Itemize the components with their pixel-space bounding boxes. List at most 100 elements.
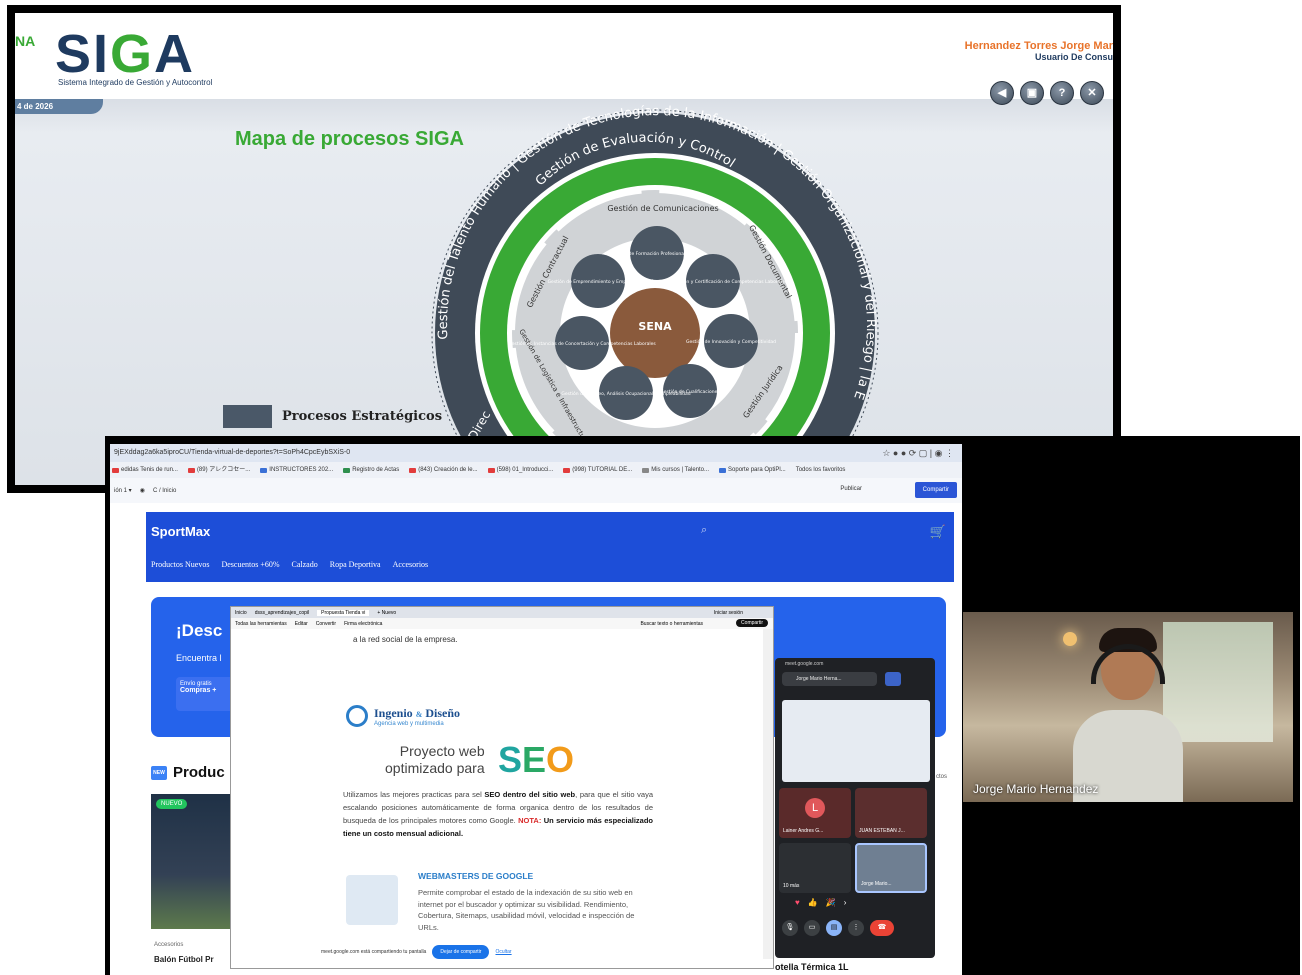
nav-item[interactable]: Descuentos +60% — [221, 560, 279, 569]
video-call-window: 9jEXddag2a6ka5iproCU/Tienda-virtual-de-d… — [105, 436, 1300, 975]
user-name: Hernandez Torres Jorge Mar — [964, 40, 1113, 52]
menu-item[interactable]: Editar — [295, 621, 308, 627]
webmasters-title: WEBMASTERS DE GOOGLE — [418, 871, 534, 881]
shared-browser: 9jEXddag2a6ka5iproCU/Tienda-virtual-de-d… — [110, 444, 962, 975]
seo-heading: SEO — [498, 739, 575, 780]
tab-new[interactable]: + Nuevo — [377, 610, 396, 616]
tab-doc[interactable]: dsss_aprendizajes_copil — [255, 610, 309, 616]
side-label: ctos — [936, 774, 948, 780]
siga-user-info: Hernandez Torres Jorge Mar Usuario De Co… — [965, 40, 1113, 62]
tool-search[interactable]: Buscar texto o herramientas — [640, 621, 703, 627]
siga-window: NA SIGA Sistema Integrado de Gestión y A… — [7, 5, 1121, 493]
heart-icon[interactable]: ♥ — [795, 898, 800, 907]
menu-item[interactable]: Firma electrónica — [344, 621, 382, 627]
stop-sharing-button[interactable]: Dejar de compartir — [432, 945, 490, 959]
help-icon[interactable]: ? — [1050, 81, 1074, 105]
mic-icon[interactable]: 🎙 — [782, 920, 798, 936]
share-button[interactable]: Compartir — [914, 482, 957, 498]
nav-item[interactable]: Ropa Deportiva — [330, 560, 381, 569]
presentation-thumbnail[interactable] — [782, 700, 930, 782]
toolbox-icon — [346, 875, 398, 925]
participant-tile[interactable]: L Lainer Andres G... — [779, 788, 851, 838]
chevron-right-icon[interactable]: › — [844, 898, 847, 907]
page-path[interactable]: C / Inicio — [153, 488, 176, 494]
product-name[interactable]: Balón Fútbol Pr — [154, 955, 214, 964]
bookmark[interactable]: INSTRUCTORES 202... — [260, 462, 333, 478]
screen-share-bar: meet.google.com está compartiendo tu pan… — [321, 945, 512, 959]
new-badge-icon: NEW — [151, 765, 167, 780]
search-icon[interactable]: ⌕ — [701, 524, 707, 537]
menu-item[interactable]: Todas las herramientas — [235, 621, 287, 627]
more-options-icon[interactable]: ⋮ — [848, 920, 864, 936]
siga-date: 4 de 2026 — [15, 99, 103, 114]
bookmark[interactable]: (843) Creación de le... — [409, 462, 478, 478]
process-label: Gestión de Formación Profesional Integra… — [610, 250, 704, 257]
bookmarks-bar: edidas Tenis de run... (89) アレクコセー... IN… — [110, 462, 962, 478]
siga-content: NA SIGA Sistema Integrado de Gestión y A… — [15, 13, 1113, 485]
camera-icon[interactable]: ▭ — [804, 920, 820, 936]
bookmark[interactable]: (998) TUTORIAL DE... — [563, 462, 632, 478]
bookmark[interactable]: (598) 01_Introducci... — [487, 462, 553, 478]
sharing-notice: meet.google.com está compartiendo tu pan… — [321, 949, 427, 955]
back-icon[interactable]: ◀ — [990, 81, 1014, 105]
tab-inicio[interactable]: Inicio — [235, 610, 247, 616]
bookmark[interactable]: edidas Tenis de run... — [112, 462, 178, 478]
ingenio-mark-icon — [346, 705, 368, 727]
segment-comunicaciones[interactable]: Gestión de Comunicaciones — [607, 203, 718, 213]
legend-label: Procesos Estratégicos — [282, 409, 443, 424]
siga-logo: SIGA — [55, 24, 196, 84]
hero-title: ¡Desc — [176, 621, 223, 640]
close-icon[interactable]: ✕ — [1080, 81, 1104, 105]
pdf-share-button[interactable]: Compartir — [736, 619, 768, 627]
address-bar[interactable]: 9jEXddag2a6ka5iproCU/Tienda-virtual-de-d… — [110, 444, 962, 462]
end-call-icon[interactable]: ☎ — [870, 920, 894, 936]
background-lamp — [1063, 632, 1077, 646]
nav-item[interactable]: Calzado — [292, 560, 318, 569]
publish-label[interactable]: Publicar — [840, 486, 862, 492]
bookmark[interactable]: Soporte para OptiPl... — [719, 462, 786, 478]
pdf-tabs: Inicio dsss_aprendizajes_copil Propuesta… — [231, 607, 773, 618]
present-icon[interactable]: ▤ — [826, 920, 842, 936]
process-label: Gestión de Innovación y Competitividad — [686, 338, 776, 345]
process-label: Gestión de Instancias de Concertación y … — [508, 340, 656, 347]
eye-icon[interactable]: ◉ — [140, 487, 145, 494]
nav-item[interactable]: Productos Nuevos — [151, 560, 209, 569]
site-brand[interactable]: SportMax — [151, 524, 210, 539]
menu-item[interactable]: Convertir — [316, 621, 336, 627]
bookmark[interactable]: Mis cursos | Talento... — [642, 462, 709, 478]
nuevo-badge: NUEVO — [156, 799, 188, 809]
sign-in-link[interactable]: Iniciar sesión — [714, 610, 743, 616]
participant-name: JUAN ESTEBAN J... — [859, 828, 905, 834]
product-card-image[interactable]: NUEVO — [151, 794, 231, 929]
speaker-person — [1073, 628, 1183, 802]
sena-leaf-logo: NA — [15, 33, 36, 49]
cart-icon[interactable]: 🛒 — [930, 524, 946, 540]
webmasters-text: Permite comprobar el estado de la indexa… — [418, 888, 635, 932]
bookmark[interactable]: Registro de Actas — [343, 462, 399, 478]
screen-share-icon[interactable] — [885, 672, 901, 686]
hero-subtitle: Encuentra l — [176, 653, 222, 663]
process-label: Gestión de Empleo, Análisis Ocupacional … — [561, 390, 690, 397]
process-label: Gestión de Emprendimiento y Empresarismo — [548, 278, 649, 285]
tab-propuesta[interactable]: Propuesta Tienda vi — [317, 609, 370, 616]
thumbs-up-icon[interactable]: 👍 — [808, 898, 818, 907]
siga-nav-buttons: ◀ ▣ ? ✕ — [990, 81, 1104, 105]
left-strip — [110, 503, 146, 973]
project-heading: Proyecto web optimizado para — [385, 743, 485, 777]
bookmark[interactable]: (89) アレクコセー... — [187, 462, 250, 478]
presenter-chip[interactable]: Jorge Mario Herna... — [782, 672, 877, 686]
nav-item[interactable]: Accesorios — [393, 560, 429, 569]
home-icon[interactable]: ▣ — [1020, 81, 1044, 105]
project-line: Proyecto web — [399, 743, 485, 759]
meet-panel: meet.google.com Jorge Mario Herna... L L… — [775, 658, 935, 958]
participant-name: Lainer Andres G... — [783, 828, 824, 834]
version-select[interactable]: ión 1 ▾ — [114, 487, 132, 494]
hide-button[interactable]: Ocultar — [495, 949, 511, 955]
participant-tile[interactable]: JUAN ESTEBAN J... — [855, 788, 927, 838]
all-bookmarks[interactable]: Todos los favoritos — [796, 462, 846, 478]
process-map-wheel: Gestión del Talento Humano | Gestión de … — [420, 103, 879, 483]
participant-tile[interactable]: 10 más — [779, 843, 851, 893]
call-controls: 🎙 ▭ ▤ ⋮ ☎ — [782, 920, 894, 936]
party-icon[interactable]: 🎉 — [826, 898, 836, 907]
participant-tile[interactable]: Jorge Mario... — [855, 843, 927, 893]
